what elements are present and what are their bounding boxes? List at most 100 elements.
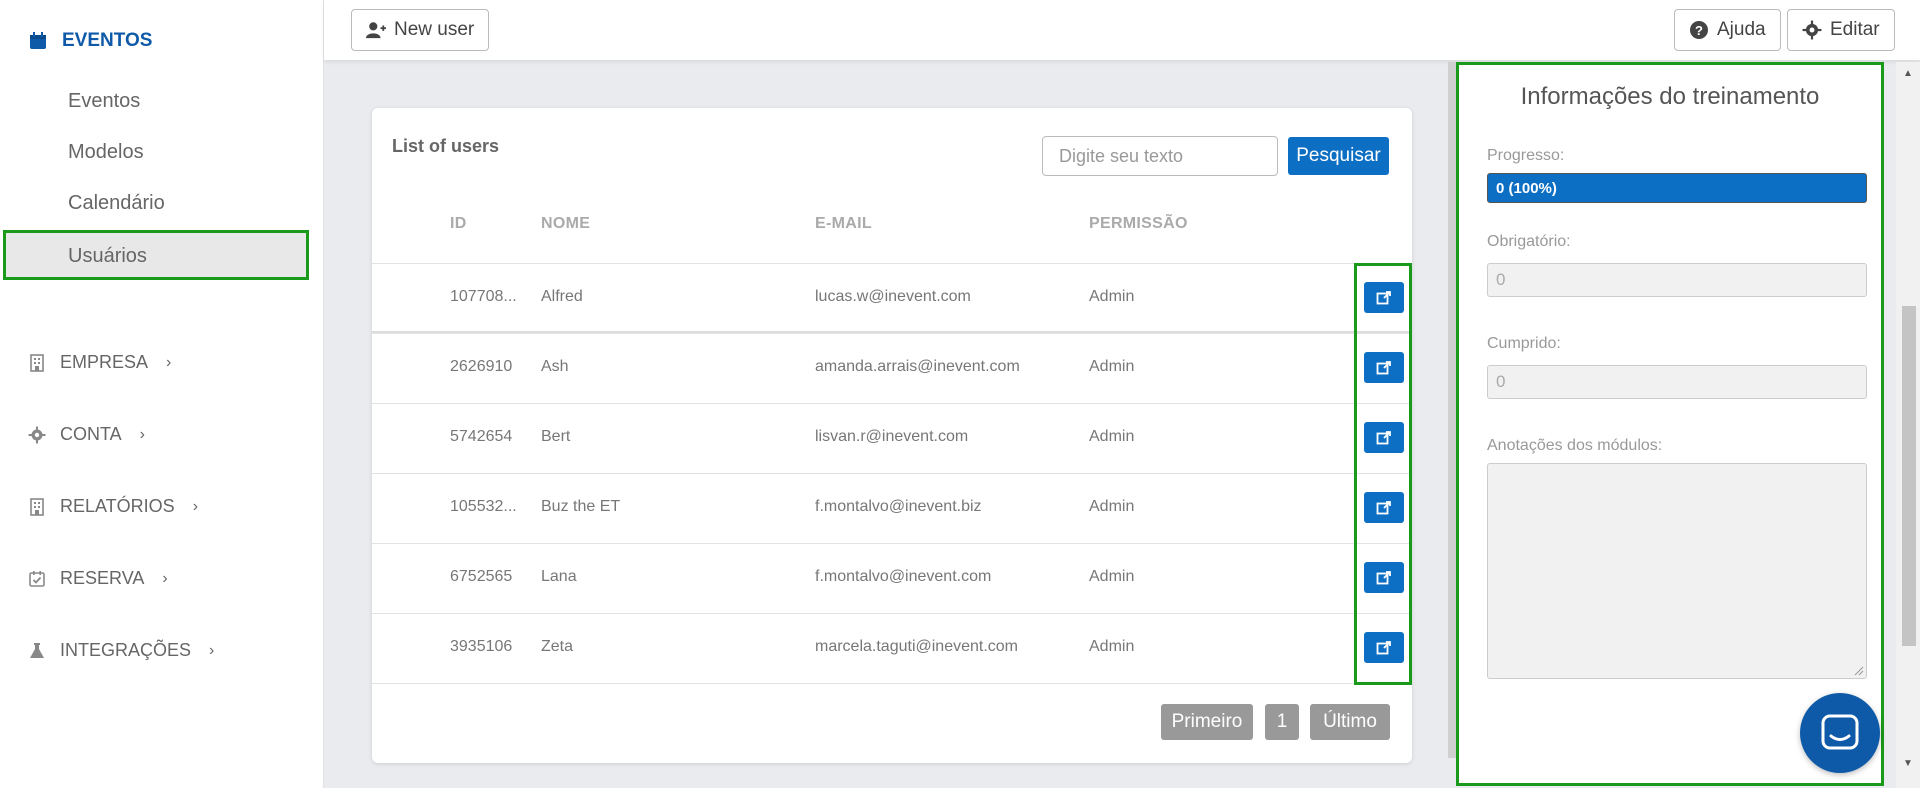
cell-name: Zeta <box>541 638 574 655</box>
question-circle-icon: ? <box>1690 21 1708 39</box>
table-bottom-divider <box>372 683 1412 684</box>
cell-id: 6752565 <box>450 568 513 585</box>
sidebar-section-relatorios[interactable]: RELATÓRIOS › <box>28 496 198 517</box>
cell-email: f.montalvo@inevent.biz <box>815 498 982 515</box>
sidebar-item-calendario[interactable]: Calendário <box>68 192 165 215</box>
chevron-right-icon: › <box>209 641 215 659</box>
sidebar-section-label: CONTA <box>60 424 122 444</box>
table-row: 6752565 Lana f.montalvo@inevent.com Admin <box>372 543 1412 613</box>
sidebar-section-label: INTEGRAÇÕES <box>60 640 192 660</box>
progress-label: Progresso: <box>1487 147 1565 164</box>
chevron-right-icon: › <box>192 497 199 515</box>
sidebar-item-modelos[interactable]: Modelos <box>68 141 144 164</box>
edit-button[interactable]: Editar <box>1787 9 1895 51</box>
cell-name: Buz the ET <box>541 498 621 515</box>
cell-email: amanda.arrais@inevent.com <box>815 358 1020 375</box>
required-label: Obrigatório: <box>1487 233 1571 250</box>
flask-icon <box>30 642 44 658</box>
top-toolbar: New user ? Ajuda Editar <box>324 0 1920 60</box>
column-header-permission: PERMISSÃO <box>1089 215 1188 232</box>
new-user-button[interactable]: New user <box>351 9 490 51</box>
building-icon <box>30 353 44 372</box>
cell-email: lisvan.r@inevent.com <box>815 428 969 445</box>
pagination-page-button[interactable]: 1 <box>1265 704 1299 740</box>
sidebar-section-integracoes[interactable]: INTEGRAÇÕES › <box>28 640 214 661</box>
progress-bar: 0 (100%) <box>1487 173 1867 203</box>
cell-name: Lana <box>541 568 577 585</box>
chevron-right-icon: › <box>139 425 145 443</box>
chat-icon <box>1821 714 1859 750</box>
search-button[interactable]: Pesquisar <box>1288 137 1389 175</box>
chevron-right-icon: › <box>166 353 172 371</box>
sidebar-header-eventos[interactable]: EVENTOS <box>28 30 152 52</box>
pagination-last-button[interactable]: Último <box>1310 704 1390 740</box>
building-icon <box>30 497 44 516</box>
training-info-panel: Informações do treinamento Progresso: 0 … <box>1456 62 1884 786</box>
sidebar-header-label: EVENTOS <box>62 30 153 51</box>
chat-launcher-button[interactable] <box>1800 693 1880 773</box>
completed-field[interactable]: 0 <box>1487 365 1867 399</box>
cell-permission: Admin <box>1089 568 1135 585</box>
sidebar-section-label: EMPRESA <box>60 352 149 372</box>
table-row: 107708... Alfred lucas.w@inevent.com Admin <box>372 263 1412 333</box>
table-row: 3935106 Zeta marcela.taguti@inevent.com Adm… <box>372 613 1412 683</box>
progress-value: 0 (100%) <box>1496 180 1557 197</box>
completed-label: Cumprido: <box>1487 335 1561 352</box>
cell-id: 2626910 <box>450 358 513 375</box>
notes-label: Anotações dos módulos: <box>1487 437 1663 454</box>
cell-id: 3935106 <box>450 638 513 655</box>
svg-text:?: ? <box>1695 23 1703 38</box>
cell-name: Bert <box>541 428 571 445</box>
sidebar: EVENTOS Eventos Modelos Calendário Usuár… <box>0 0 324 788</box>
scroll-up-icon[interactable]: ▲ <box>1903 68 1913 79</box>
new-user-label: New user <box>394 19 475 40</box>
edit-label: Editar <box>1830 19 1880 40</box>
sidebar-item-eventos[interactable]: Eventos <box>68 90 140 113</box>
column-header-id: ID <box>450 215 467 232</box>
notes-textarea[interactable] <box>1487 463 1867 679</box>
sidebar-section-empresa[interactable]: EMPRESA › <box>28 352 171 373</box>
cell-name: Ash <box>541 358 569 375</box>
required-field[interactable]: 0 <box>1487 263 1867 297</box>
help-button[interactable]: ? Ajuda <box>1674 9 1781 51</box>
sidebar-section-label: RELATÓRIOS <box>60 496 175 516</box>
cell-permission: Admin <box>1089 428 1135 445</box>
scrollbar-thumb[interactable] <box>1902 306 1916 646</box>
resize-handle-icon <box>1854 666 1864 676</box>
cell-id: 105532... <box>450 498 517 515</box>
training-title: Informações do treinamento <box>1520 83 1820 110</box>
cell-id: 107708... <box>450 288 517 305</box>
sidebar-section-conta[interactable]: CONTA › <box>28 424 145 445</box>
column-header-name: NOME <box>541 215 591 232</box>
table-row: 105532... Buz the ET f.montalvo@inevent.bi… <box>372 473 1412 543</box>
scroll-down-icon[interactable]: ▼ <box>1903 758 1913 769</box>
cell-id: 5742654 <box>450 428 513 445</box>
cell-permission: Admin <box>1089 638 1135 655</box>
sidebar-section-reserva[interactable]: RESERVA › <box>28 568 168 589</box>
cell-email: f.montalvo@inevent.com <box>815 568 992 585</box>
table-row: 5742654 Bert lisvan.r@inevent.com Admin <box>372 403 1412 473</box>
user-plus-icon <box>366 22 386 39</box>
pagination-first-button[interactable]: Primeiro <box>1161 704 1253 740</box>
content-scrollbar[interactable] <box>1448 62 1456 758</box>
cell-permission: Admin <box>1089 288 1135 305</box>
card-title: List of users <box>392 136 500 156</box>
table-row: 2626910 Ash amanda.arrais@inevent.com Admin <box>372 333 1412 403</box>
calendar-check-icon <box>29 570 45 587</box>
sidebar-section-label: RESERVA <box>60 568 145 588</box>
sidebar-item-usuarios-label: Usuários <box>68 245 147 267</box>
sidebar-item-usuarios[interactable]: Usuários <box>3 230 309 280</box>
cell-email: lucas.w@inevent.com <box>815 288 971 305</box>
page-scrollbar[interactable]: ▲ ▼ <box>1896 62 1920 788</box>
cell-name: Alfred <box>541 288 583 305</box>
users-card: List of users Digite seu texto Pesquisar… <box>372 108 1412 763</box>
gear-icon <box>1802 20 1822 40</box>
cell-permission: Admin <box>1089 358 1135 375</box>
gear-icon <box>28 426 46 443</box>
search-input[interactable]: Digite seu texto <box>1042 136 1278 176</box>
edit-column-highlight <box>1354 263 1412 685</box>
cell-permission: Admin <box>1089 498 1135 515</box>
calendar-icon <box>30 32 46 49</box>
cell-email: marcela.taguti@inevent.com <box>815 638 1018 655</box>
chevron-right-icon: › <box>162 569 168 587</box>
